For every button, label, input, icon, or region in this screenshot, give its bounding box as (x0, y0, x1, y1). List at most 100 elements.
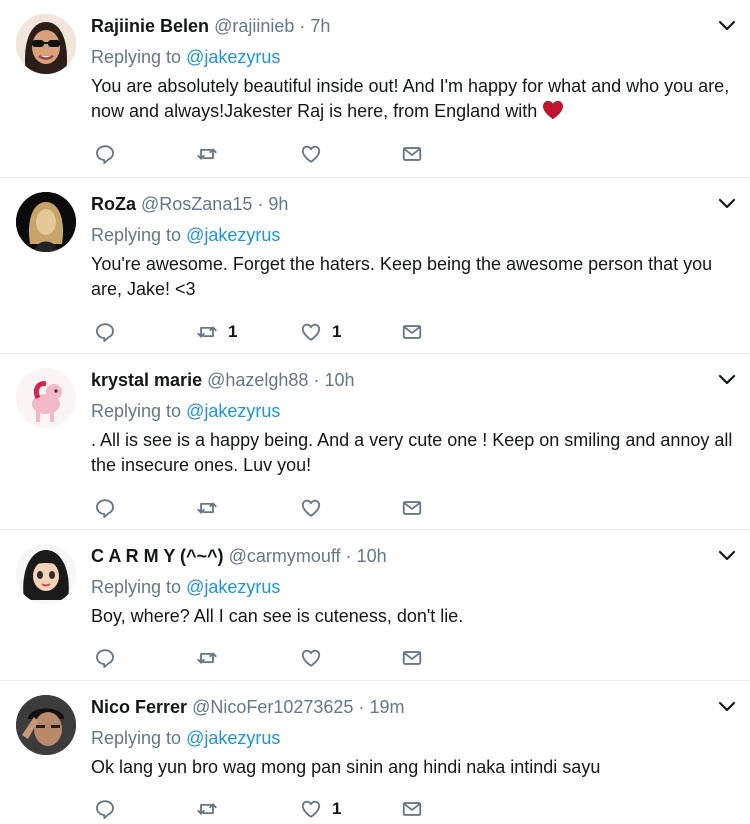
display-name[interactable]: krystal marie (91, 370, 202, 390)
user-handle[interactable]: @RosZana15 (141, 194, 252, 214)
retweet-button[interactable]: 1 (196, 321, 237, 343)
reply-target-handle[interactable]: @jakezyrus (186, 577, 280, 597)
reply-target-handle[interactable]: @jakezyrus (186, 47, 280, 67)
replying-to: Replying to @jakezyrus (91, 224, 280, 246)
chevron-down-icon[interactable] (718, 20, 736, 32)
replying-to: Replying to @jakezyrus (91, 727, 280, 749)
reply-button[interactable] (94, 321, 116, 343)
reply-target-handle[interactable]: @jakezyrus (186, 225, 280, 245)
like-button[interactable]: 1 (300, 321, 341, 343)
chevron-down-icon[interactable] (718, 701, 736, 713)
tweet-actions: 1 1 (94, 321, 434, 343)
direct-message-button[interactable] (401, 647, 423, 669)
direct-message-button[interactable] (401, 497, 423, 519)
replying-to-label: Replying to (91, 401, 182, 421)
tweet[interactable]: C A R M Y (^~^) @carmymouff · 10h Replyi… (0, 529, 750, 680)
tweet-text-content: You are absolutely beautiful inside out!… (91, 76, 730, 121)
tweet[interactable]: krystal marie @hazelgh88 · 10h Replying … (0, 353, 750, 529)
reply-icon (94, 798, 116, 820)
tweet-header: Nico Ferrer @NicoFer10273625 · 19m (91, 696, 404, 718)
retweet-icon (196, 497, 218, 519)
chevron-down-icon[interactable] (718, 550, 736, 562)
like-button[interactable] (300, 497, 332, 519)
heart-icon (300, 497, 322, 519)
tweet-actions: 1 (94, 798, 434, 820)
heart-icon (300, 647, 322, 669)
timestamp[interactable]: 9h (268, 194, 288, 214)
tweet-text: You're awesome. Forget the haters. Keep … (91, 254, 713, 299)
retweet-button[interactable] (196, 143, 228, 165)
timestamp[interactable]: 10h (357, 546, 387, 566)
cartoon-girl-avatar[interactable] (16, 544, 76, 604)
reply-icon (94, 321, 116, 343)
envelope-icon (401, 321, 423, 343)
pink-pony-avatar[interactable] (16, 368, 76, 428)
tweet-text: . All is see is a happy being. And a ver… (91, 430, 733, 475)
envelope-icon (401, 143, 423, 165)
tweet-text: Ok lang yun bro wag mong pan sinin ang h… (91, 757, 601, 777)
like-button[interactable]: 1 (300, 798, 341, 820)
timestamp[interactable]: 10h (324, 370, 354, 390)
envelope-icon (401, 647, 423, 669)
heart-icon (300, 143, 322, 165)
reply-button[interactable] (94, 497, 116, 519)
gold-hair-avatar[interactable] (16, 192, 76, 252)
replying-to: Replying to @jakezyrus (91, 576, 280, 598)
direct-message-button[interactable] (401, 798, 423, 820)
display-name[interactable]: Nico Ferrer (91, 697, 187, 717)
retweet-button[interactable] (196, 798, 228, 820)
reply-target-handle[interactable]: @jakezyrus (186, 401, 280, 421)
reply-icon (94, 497, 116, 519)
tweet-actions (94, 143, 434, 165)
tweet[interactable]: RoZa @RosZana15 · 9h Replying to @jakezy… (0, 177, 750, 353)
reply-button[interactable] (94, 143, 116, 165)
like-count: 1 (332, 322, 342, 341)
retweet-button[interactable] (196, 647, 228, 669)
tweet-header: RoZa @RosZana15 · 9h (91, 193, 288, 215)
user-handle[interactable]: @NicoFer10273625 (192, 697, 353, 717)
reply-icon (94, 143, 116, 165)
direct-message-button[interactable] (401, 143, 423, 165)
replying-to: Replying to @jakezyrus (91, 46, 280, 68)
retweet-icon (196, 798, 218, 820)
like-button[interactable] (300, 143, 332, 165)
display-name[interactable]: Rajiinie Belen (91, 16, 209, 36)
retweet-count: 1 (228, 322, 238, 341)
tweet-header: Rajiinie Belen @rajiinieb · 7h (91, 15, 330, 37)
tweet-actions (94, 497, 434, 519)
retweet-icon (196, 143, 218, 165)
display-name[interactable]: RoZa (91, 194, 136, 214)
replying-to-label: Replying to (91, 728, 182, 748)
separator-dot: · (358, 697, 365, 717)
reply-target-handle[interactable]: @jakezyrus (186, 728, 280, 748)
user-handle[interactable]: @carmymouff (229, 546, 341, 566)
man-selfie-avatar[interactable] (16, 695, 76, 755)
retweet-icon (196, 647, 218, 669)
reply-button[interactable] (94, 798, 116, 820)
retweet-icon (196, 321, 218, 343)
tweet-actions (94, 647, 434, 669)
reply-button[interactable] (94, 647, 116, 669)
separator-dot: · (313, 370, 320, 390)
like-button[interactable] (300, 647, 332, 669)
user-handle[interactable]: @hazelgh88 (207, 370, 308, 390)
heart-emoji-icon (543, 100, 564, 120)
direct-message-button[interactable] (401, 321, 423, 343)
envelope-icon (401, 798, 423, 820)
tweet[interactable]: Nico Ferrer @NicoFer10273625 · 19m Reply… (0, 680, 750, 824)
woman-sunglasses-avatar[interactable] (16, 14, 76, 74)
display-name[interactable]: C A R M Y (^~^) (91, 546, 224, 566)
tweet[interactable]: Rajiinie Belen @rajiinieb · 7h Replying … (0, 0, 750, 177)
tweet-text: Boy, where? All I can see is cuteness, d… (91, 606, 464, 626)
retweet-button[interactable] (196, 497, 228, 519)
reply-icon (94, 647, 116, 669)
chevron-down-icon[interactable] (718, 198, 736, 210)
timestamp[interactable]: 19m (369, 697, 404, 717)
replying-to: Replying to @jakezyrus (91, 400, 280, 422)
like-count: 1 (332, 799, 342, 818)
chevron-down-icon[interactable] (718, 374, 736, 386)
tweet-header: C A R M Y (^~^) @carmymouff · 10h (91, 545, 387, 567)
tweet-text: You are absolutely beautiful inside out!… (91, 74, 741, 124)
user-handle[interactable]: @rajiinieb (214, 16, 294, 36)
timestamp[interactable]: 7h (310, 16, 330, 36)
